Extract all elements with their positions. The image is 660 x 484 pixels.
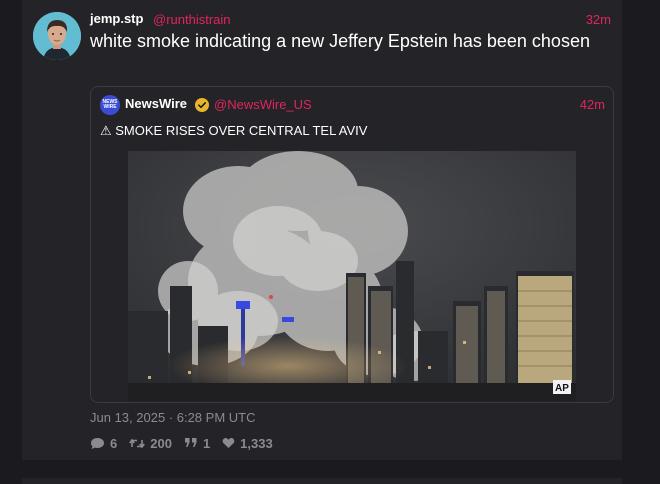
quote-count: 1 [202,435,211,451]
author-name[interactable]: jemp.stp [90,11,143,26]
reply-stat[interactable]: 6 [90,436,117,451]
quote-icon [184,438,197,447]
quoted-media-image[interactable]: AP [128,151,576,401]
quoted-tweet[interactable]: NEWS WIRE NewsWire @NewsWire_US 42m ⚠ SM… [90,86,614,403]
speech-bubble-icon [91,437,104,449]
quoted-avatar-logo-text: NEWS WIRE [102,99,118,110]
verified-badge-icon [195,98,209,112]
heart-icon [222,438,235,448]
tweet-time[interactable]: 32m [586,12,611,27]
quoted-avatar[interactable]: NEWS WIRE [100,95,120,115]
reply-count: 6 [110,435,118,451]
avatar[interactable] [33,12,81,60]
quote-stat[interactable]: 1 [184,436,210,451]
retweet-count: 200 [150,435,172,451]
tweet-timestamp[interactable]: Jun 13, 2025 · 6:28 PM UTC [90,410,255,425]
author-handle[interactable]: @runthistrain [153,12,231,27]
tweet-text: white smoke indicating a new Jeffery Eps… [90,31,590,51]
smoke-over-city-photo: AP [128,151,576,401]
quoted-author-handle[interactable]: @NewsWire_US [214,97,312,112]
next-tweet-card-edge [22,478,622,484]
like-count: 1,333 [240,435,273,451]
retweet-icon [129,438,146,448]
ap-watermark: AP [555,383,569,394]
retweet-stat[interactable]: 200 [129,436,172,451]
quoted-tweet-text: ⚠ SMOKE RISES OVER CENTRAL TEL AVIV [100,123,368,138]
like-stat[interactable]: 1,333 [222,436,273,451]
quoted-tweet-time[interactable]: 42m [580,97,605,112]
avatar-image [33,12,81,60]
tweet-stats: 6 200 1 1,333 [90,434,285,452]
quoted-author-name[interactable]: NewsWire [125,96,187,111]
